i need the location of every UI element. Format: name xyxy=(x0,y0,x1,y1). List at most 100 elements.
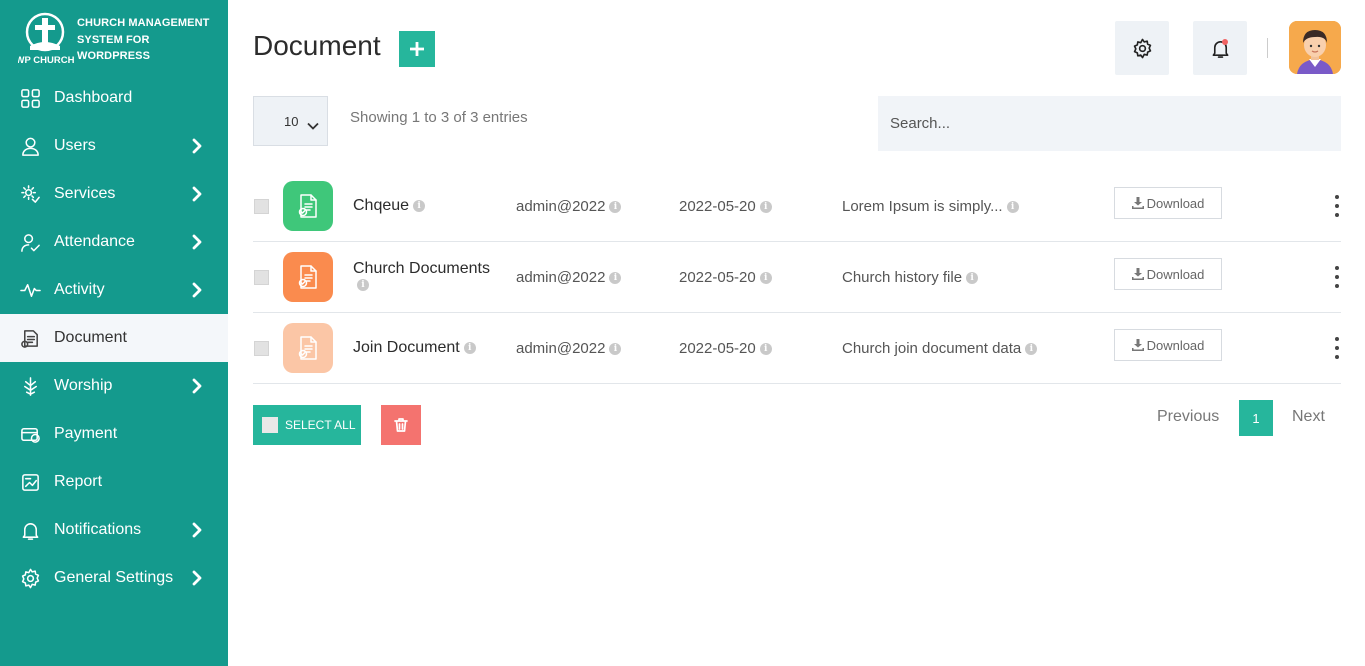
table-row: Chqeue i admin@2022 i 2022-05-20 i Lorem Ip… xyxy=(253,171,1341,242)
document-author: admin@2022 i xyxy=(516,269,622,286)
document-description: Church history file i xyxy=(842,269,979,286)
activity-icon xyxy=(19,279,41,301)
pagination-previous[interactable]: Previous xyxy=(1157,408,1219,426)
gear-icon xyxy=(1133,38,1151,58)
delete-button[interactable] xyxy=(381,405,421,445)
avatar[interactable] xyxy=(1289,21,1341,74)
document-file-icon xyxy=(283,323,333,373)
payment-icon xyxy=(19,423,41,445)
sidebar-item-label: Notifications xyxy=(54,521,142,538)
page-size-value: 10 xyxy=(284,113,299,129)
main-content: Document 10 Showing 1 to 3 of 3 entries xyxy=(228,0,1365,666)
info-icon[interactable]: i xyxy=(357,278,369,291)
sidebar-item-general-settings[interactable]: General Settings xyxy=(0,554,228,602)
document-file-icon xyxy=(283,181,333,231)
document-date: 2022-05-20 i xyxy=(679,340,772,357)
row-checkbox[interactable] xyxy=(254,341,269,356)
document-description: Church join document data i xyxy=(842,340,1038,357)
row-checkbox[interactable] xyxy=(254,270,269,285)
info-icon[interactable]: i xyxy=(463,342,476,354)
sidebar-item-label: Dashboard xyxy=(54,89,133,106)
info-icon[interactable]: i xyxy=(413,200,426,212)
sidebar-item-services[interactable]: Services xyxy=(0,170,228,218)
pagination-page[interactable]: 1 xyxy=(1239,400,1273,436)
sidebar-item-users[interactable]: Users xyxy=(0,122,228,170)
sidebar-item-report[interactable]: Report xyxy=(0,458,228,506)
download-button[interactable]: Download xyxy=(1114,258,1222,290)
document-file-icon xyxy=(283,252,333,302)
attendance-icon xyxy=(19,231,41,253)
add-document-button[interactable] xyxy=(399,31,435,67)
more-options-icon[interactable] xyxy=(1334,337,1340,359)
sidebar: WP CHURCH CHURCH MANAGEMENT SYSTEM FOR W… xyxy=(0,0,228,666)
select-all-button[interactable]: SELECT ALL xyxy=(253,405,361,445)
page-size-select[interactable]: 10 xyxy=(253,96,328,146)
download-icon xyxy=(1131,339,1144,351)
info-icon[interactable]: i xyxy=(609,200,622,213)
download-icon xyxy=(1131,268,1144,280)
chevron-right-icon xyxy=(190,186,204,202)
sidebar-item-document[interactable]: Document xyxy=(0,314,228,362)
sidebar-item-label: Worship xyxy=(54,377,113,394)
sidebar-item-attendance[interactable]: Attendance xyxy=(0,218,228,266)
page-title: Document xyxy=(253,30,381,61)
info-icon[interactable]: i xyxy=(759,342,772,355)
row-checkbox[interactable] xyxy=(254,199,269,214)
chevron-right-icon xyxy=(190,378,204,394)
sidebar-item-label: Users xyxy=(54,137,96,154)
plus-icon xyxy=(410,42,424,56)
sidebar-item-worship[interactable]: Worship xyxy=(0,362,228,410)
info-icon[interactable]: i xyxy=(1006,200,1019,213)
chevron-right-icon xyxy=(190,282,204,298)
document-name: Chqeue i xyxy=(353,198,503,214)
chevron-right-icon xyxy=(190,138,204,154)
download-icon xyxy=(1131,197,1144,209)
sidebar-item-label: Activity xyxy=(54,281,105,298)
sidebar-item-label: General Settings xyxy=(54,569,174,586)
more-options-icon[interactable] xyxy=(1334,266,1340,288)
entries-info: Showing 1 to 3 of 3 entries xyxy=(350,109,528,126)
gear-icon xyxy=(19,567,41,589)
church-logo-icon: WP CHURCH xyxy=(18,12,74,66)
info-icon[interactable]: i xyxy=(759,200,772,213)
sidebar-nav: Dashboard Users Services Attendance Acti… xyxy=(0,74,228,602)
logo-text: WP CHURCH xyxy=(18,55,74,66)
notifications-button[interactable] xyxy=(1193,21,1247,75)
info-icon[interactable]: i xyxy=(609,342,622,355)
notification-dot xyxy=(1222,39,1228,45)
table-row: Join Document i admin@2022 i 2022-05-20 i C… xyxy=(253,313,1341,384)
download-button[interactable]: Download xyxy=(1114,187,1222,219)
document-author: admin@2022 i xyxy=(516,198,622,215)
trash-icon xyxy=(394,418,408,432)
document-name: Church Documentsi xyxy=(353,260,490,291)
sidebar-item-notifications[interactable]: Notifications xyxy=(0,506,228,554)
info-icon[interactable]: i xyxy=(609,271,622,284)
user-avatar-icon xyxy=(1289,21,1341,74)
sidebar-item-activity[interactable]: Activity xyxy=(0,266,228,314)
chevron-right-icon xyxy=(190,570,204,586)
header-divider xyxy=(1267,38,1268,58)
chevron-right-icon xyxy=(190,522,204,538)
info-icon[interactable]: i xyxy=(1025,342,1038,355)
settings-button[interactable] xyxy=(1115,21,1169,75)
more-options-icon[interactable] xyxy=(1334,195,1340,217)
brand[interactable]: WP CHURCH CHURCH MANAGEMENT SYSTEM FOR W… xyxy=(18,12,218,68)
info-icon[interactable]: i xyxy=(759,271,772,284)
sidebar-item-label: Report xyxy=(54,473,103,490)
sidebar-item-payment[interactable]: Payment xyxy=(0,410,228,458)
download-button[interactable]: Download xyxy=(1114,329,1222,361)
bell-icon xyxy=(19,519,41,541)
brand-name: CHURCH MANAGEMENT SYSTEM FOR WORDPRESS xyxy=(77,17,210,62)
info-icon[interactable]: i xyxy=(966,271,979,284)
services-icon xyxy=(19,183,41,205)
document-date: 2022-05-20 i xyxy=(679,198,772,215)
select-all-checkbox xyxy=(262,417,278,433)
table-row: Church Documentsi admin@2022 i 2022-05-20… xyxy=(253,242,1341,313)
search-input[interactable] xyxy=(878,96,1341,151)
document-date: 2022-05-20 i xyxy=(679,269,772,286)
sidebar-item-label: Payment xyxy=(54,425,118,442)
pagination-next[interactable]: Next xyxy=(1292,408,1325,426)
document-author: admin@2022 i xyxy=(516,340,622,357)
report-icon xyxy=(19,471,41,493)
sidebar-item-dashboard[interactable]: Dashboard xyxy=(0,74,228,122)
